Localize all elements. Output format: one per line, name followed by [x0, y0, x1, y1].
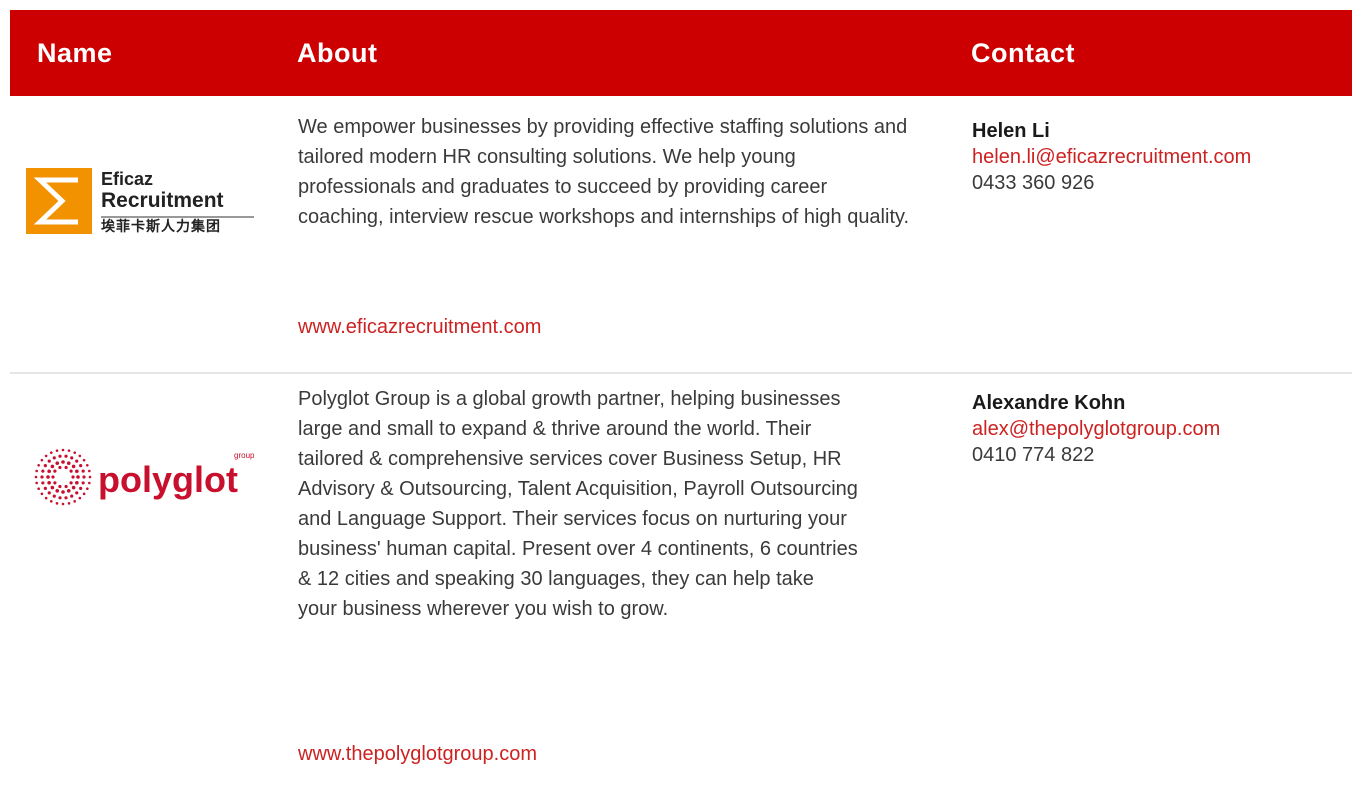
logo-line1: Eficaz: [101, 169, 154, 189]
partners-table: Name About Contact Eficaz Recruitment 埃菲…: [10, 10, 1352, 803]
contact-name: Alexandre Kohn: [972, 392, 1126, 414]
polyglot-wordmark: polyglot: [98, 459, 238, 500]
contact-cell: Helen Li helen.li@eficazrecruitment.com …: [972, 96, 1352, 372]
about-cell: Polyglot Group is a global growth partne…: [298, 374, 972, 803]
contact-phone: 0410 774 822: [972, 444, 1095, 466]
website-link[interactable]: www.thepolyglotgroup.com: [298, 739, 537, 769]
about-cell: We empower businesses by providing effec…: [298, 96, 972, 372]
contact-name: Helen Li: [972, 120, 1050, 142]
header-name: Name: [37, 37, 113, 68]
about-text: Polyglot Group is a global growth partne…: [298, 388, 858, 620]
contact-email-link[interactable]: alex@thepolyglotgroup.com: [972, 416, 1220, 442]
table-row: polyglot group Polyglot Group is a globa…: [10, 374, 1352, 803]
table-row: Eficaz Recruitment 埃菲卡斯人力集团 We empower b…: [10, 96, 1352, 374]
polyglot-logo: polyglot group: [28, 442, 254, 517]
contact-cell: Alexandre Kohn alex@thepolyglotgroup.com…: [972, 374, 1352, 803]
table-header: Name About Contact: [10, 10, 1352, 96]
company-logo-cell: polyglot group: [10, 374, 298, 803]
website-link[interactable]: www.eficazrecruitment.com: [298, 312, 541, 342]
about-text: We empower businesses by providing effec…: [298, 116, 910, 228]
logo-line2: Recruitment: [101, 189, 224, 212]
contact-phone: 0433 360 926: [972, 172, 1095, 194]
eficaz-logo: Eficaz Recruitment 埃菲卡斯人力集团: [26, 168, 256, 239]
polyglot-group-label: group: [234, 451, 255, 460]
logo-line3: 埃菲卡斯人力集团: [101, 218, 221, 234]
header-about: About: [297, 37, 378, 68]
contact-email-link[interactable]: helen.li@eficazrecruitment.com: [972, 144, 1251, 170]
header-contact: Contact: [971, 37, 1075, 68]
polyglot-dots-icon: [34, 448, 92, 506]
company-logo-cell: Eficaz Recruitment 埃菲卡斯人力集团: [10, 96, 298, 372]
